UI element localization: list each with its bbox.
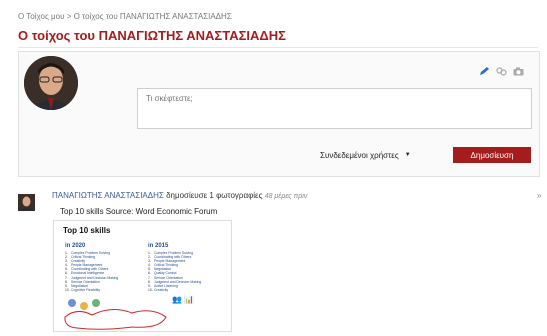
camera-icon[interactable] — [513, 63, 524, 76]
post-caption: Top 10 skills Source: Word Economic Foru… — [60, 207, 218, 216]
post-photo[interactable]: Top 10 skills in 2020 in 2015 1. Complex … — [53, 220, 232, 332]
author-avatar — [24, 56, 78, 110]
post-time: 48 μέρες πριν — [264, 193, 308, 200]
status-input[interactable] — [137, 88, 532, 129]
post-action: δημοσίευσε 1 φωτογραφίες — [166, 191, 263, 200]
post-author-avatar[interactable] — [18, 194, 35, 211]
link-icon[interactable] — [496, 63, 507, 76]
photo-title: Top 10 skills — [63, 226, 111, 235]
visibility-select[interactable]: Συνδεδεμένοι χρήστες ▼ — [320, 147, 411, 163]
composer-toolbar — [479, 63, 524, 76]
photo-list-2015: 1. Complex Problem Solving 2. Coordinating … — [148, 251, 201, 292]
publish-button[interactable]: Δημοσίευση — [453, 147, 531, 163]
photo-list-item: 10.Creativity — [148, 287, 169, 292]
photo-col-2020-head: in 2020 — [65, 243, 86, 249]
photo-people-icons: 👥📊 — [172, 295, 196, 304]
visibility-value: Συνδεδεμένοι χρήστες — [320, 150, 399, 160]
photo-col-2015-head: in 2015 — [148, 243, 169, 249]
photo-list-2020: 1. Complex Problem Solving 2. Critical Thin… — [65, 251, 118, 292]
breadcrumb[interactable]: Ο Τοίχος μου > Ο τοίχος του ΠΑΝΑΓΙΩΤΗΣ Α… — [18, 12, 232, 21]
photo-list-item: 10.Cognitive Flexibility — [65, 287, 101, 292]
dropdown-caret-icon: ▼ — [404, 152, 411, 158]
photo-illustration — [64, 299, 167, 330]
chevron-right-icon[interactable]: » — [537, 191, 541, 200]
title-divider — [18, 47, 538, 48]
pencil-icon[interactable] — [479, 63, 490, 75]
post-header: ΠΑΝΑΓΙΩΤΗΣ ΑΝΑΣΤΑΣΙΑΔΗΣ δημοσίευσε 1 φωτ… — [52, 191, 307, 200]
post-author-link[interactable]: ΠΑΝΑΓΙΩΤΗΣ ΑΝΑΣΤΑΣΙΑΔΗΣ — [52, 191, 164, 200]
page-title: Ο τοίχος του ΠΑΝΑΓΙΩΤΗΣ ΑΝΑΣΤΑΣΙΑΔΗΣ — [18, 28, 286, 43]
